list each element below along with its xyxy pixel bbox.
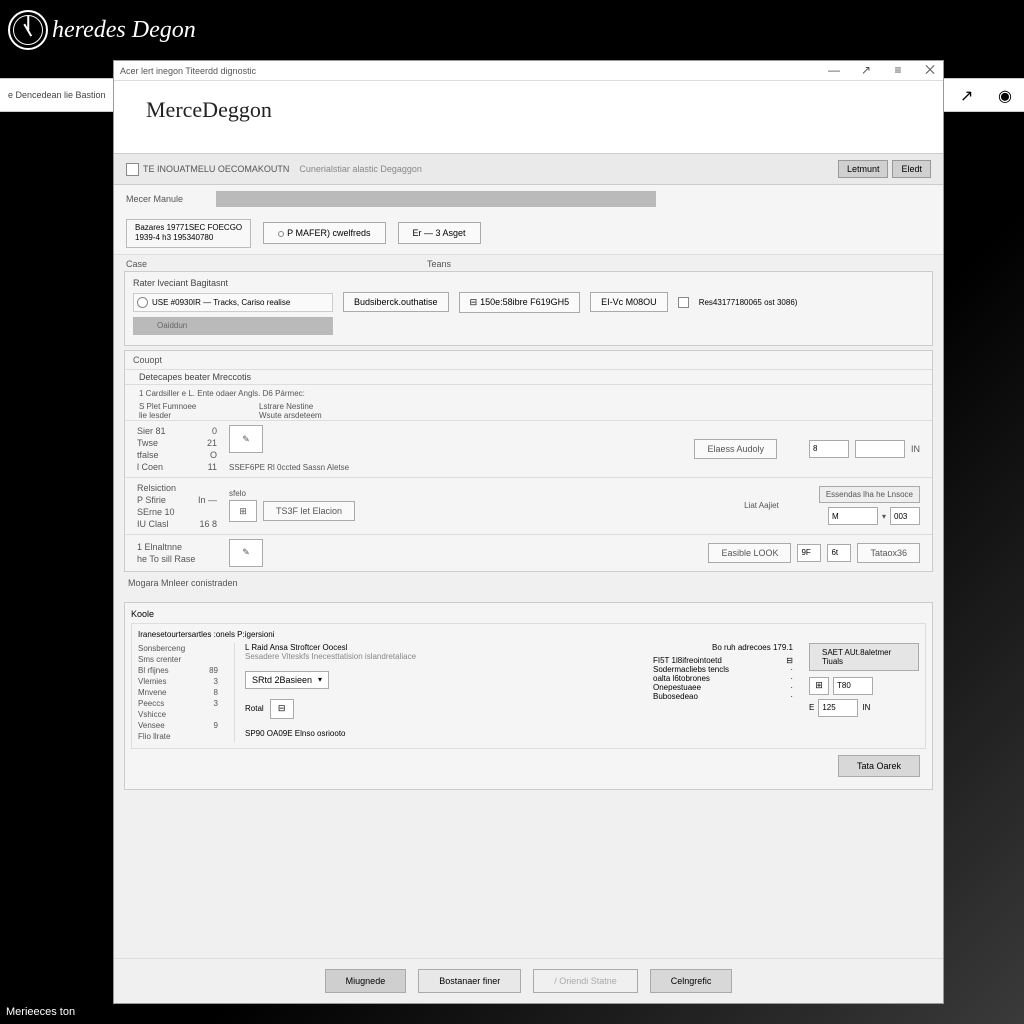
row1-input-2[interactable]	[855, 440, 905, 458]
case-checkbox[interactable]	[678, 297, 689, 308]
window-titlebar: Acer lert inegon Titeerdd dignostic — ↗ …	[114, 61, 943, 81]
macule-label: Mecer Manule	[126, 194, 216, 204]
case-chk-label: Res43177180065 ost 3086)	[699, 298, 798, 307]
footer-btn-4[interactable]: Celngrefic	[650, 969, 733, 993]
minimize-button[interactable]: —	[827, 63, 841, 78]
case-subbar: Oaiddun	[133, 317, 333, 335]
rotal-icon[interactable]: ⊟	[270, 699, 294, 719]
toolbar-checkbox[interactable]	[126, 163, 139, 176]
info-box: Bazares 19771SEC FOECGO 1939-4 h3 195340…	[126, 219, 251, 248]
group-row-3: 1 Elnaltnne he To sill Rase ✎ Easible LO…	[125, 535, 932, 571]
toolbar-btn-1[interactable]: Letmunt	[838, 160, 889, 178]
info-btn-1[interactable]: P MAFER) cwelfreds	[263, 222, 385, 244]
row2-icon[interactable]: ⊞	[229, 500, 257, 522]
koole-grid-icon[interactable]: ⊞	[809, 677, 829, 695]
toolbar-sublabel: Cunerialstiar alastic Degaggon	[299, 164, 422, 174]
arrow-icon[interactable]: ↗	[960, 86, 978, 104]
koole-input-2[interactable]	[818, 699, 858, 717]
close-button[interactable]: ⨉	[923, 63, 937, 78]
case-btn-1[interactable]: Budsiberck.outhatise	[343, 292, 449, 312]
koole-legend: Koole	[131, 609, 926, 619]
menu-button[interactable]: ≡	[891, 63, 905, 78]
row1-input-1[interactable]	[809, 440, 849, 458]
footer-bar: Miugnede Bostanaer finer / Oriendi Statn…	[114, 958, 943, 1003]
row2-input-1[interactable]	[828, 507, 878, 525]
case-btn-3[interactable]: EI-Vc M08OU	[590, 292, 668, 312]
brand-logo	[8, 10, 48, 50]
case-btn-2[interactable]: ⊟150e:58ibre F619GH5	[459, 292, 581, 313]
subbar-label: e Dencedean lie Bastion	[8, 79, 115, 111]
row3-input-1[interactable]	[797, 544, 821, 562]
row2-btn[interactable]: TS3F let Elacion	[263, 501, 355, 521]
banner-title: heredes Degon	[52, 17, 196, 44]
row3-icon[interactable]: ✎	[229, 539, 263, 567]
group-legend: Couopt	[125, 351, 932, 369]
desktop-banner: heredes Degon	[0, 0, 1024, 60]
koole-panel: Koole Iranesetourtersartles :onels P:ige…	[124, 602, 933, 790]
macule-row: Mecer Manule	[114, 185, 943, 213]
restore-button[interactable]: ↗	[859, 63, 873, 78]
info-line-2: 1939-4 h3 195340780	[135, 233, 242, 243]
info-btn-2[interactable]: Er — 3 Asget	[398, 222, 481, 244]
toolbar-checkbox-label: TE INOUATMELU OECOMAKOUTN	[143, 164, 289, 174]
group-sub: Detecapes beater Mreccotis	[125, 370, 932, 384]
app-title: MerceDeggon	[146, 97, 911, 123]
toolbar-row: TE INOUATMELU OECOMAKOUTN Cunerialstiar …	[114, 153, 943, 185]
koole-dropdown[interactable]: SRtd 2Basieen	[245, 671, 329, 689]
group-item1: 1 Cardsiller e L. Ente odaer Angls. D6 P…	[125, 385, 932, 402]
case-title: Rater lveciant Bagitasnt	[133, 278, 924, 288]
info-row: Bazares 19771SEC FOECGO 1939-4 h3 195340…	[114, 213, 943, 255]
case-fieldset: Rater lveciant Bagitasnt USE #0930IR — T…	[124, 271, 933, 346]
row3-btn-2[interactable]: Tataox36	[857, 543, 920, 563]
row3-btn-1[interactable]: Easible LOOK	[708, 543, 791, 563]
footer-btn-2[interactable]: Bostanaer finer	[418, 969, 521, 993]
row1-btn[interactable]: Elaess Audoly	[694, 439, 777, 459]
user-icon[interactable]: ◉	[998, 86, 1016, 104]
case-section-label: Case	[126, 259, 147, 269]
section-labels: Case Teans	[114, 255, 943, 271]
koole-right-btn[interactable]: SAET AUt.8aletmer Tiuals	[809, 643, 919, 671]
koole-input-1[interactable]	[833, 677, 873, 695]
case-radio-label: USE #0930IR — Tracks, Cariso realise	[152, 298, 290, 307]
teans-section-label: Teans	[427, 259, 451, 269]
row2-input-3[interactable]	[890, 507, 920, 525]
row1-icon[interactable]: ✎	[229, 425, 263, 453]
app-window: Acer lert inegon Titeerdd dignostic — ↗ …	[113, 60, 944, 1004]
row3-input-2[interactable]	[827, 544, 851, 562]
footer-btn-1[interactable]: Miugnede	[325, 969, 407, 993]
info-line-1: Bazares 19771SEC FOECGO	[135, 223, 242, 233]
case-radio[interactable]	[137, 297, 148, 308]
group-row-2: Relsiction P SfirieIn — SErne 10 IU Clas…	[125, 478, 932, 534]
mogara-label: Mogara Mnleer conistraden	[114, 572, 943, 594]
corner-label: Merieeces ton	[6, 1006, 75, 1018]
koole-sub: Iranesetourtersartles :onels P:igersioni	[138, 630, 919, 639]
row2-box-label: Essendas lha he Lnsoce	[819, 486, 920, 503]
toolbar-btn-2[interactable]: Eledt	[892, 160, 931, 178]
koole-kv-list: Sonsberceng Sms crenter Bl rfijnes89 Vle…	[138, 643, 218, 742]
group-row-1: Sier 810 Twse21 tfalseO l Coen11 ✎ SSEF6…	[125, 421, 932, 477]
koole-action-btn[interactable]: Tata Oarek	[838, 755, 920, 777]
app-header: MerceDeggon	[114, 81, 943, 153]
macule-bar	[216, 191, 656, 207]
group-section: Couopt Detecapes beater Mreccotis 1 Card…	[124, 350, 933, 572]
footer-btn-3[interactable]: / Oriendi Statne	[533, 969, 638, 993]
window-title: Acer lert inegon Titeerdd dignostic	[120, 66, 256, 76]
